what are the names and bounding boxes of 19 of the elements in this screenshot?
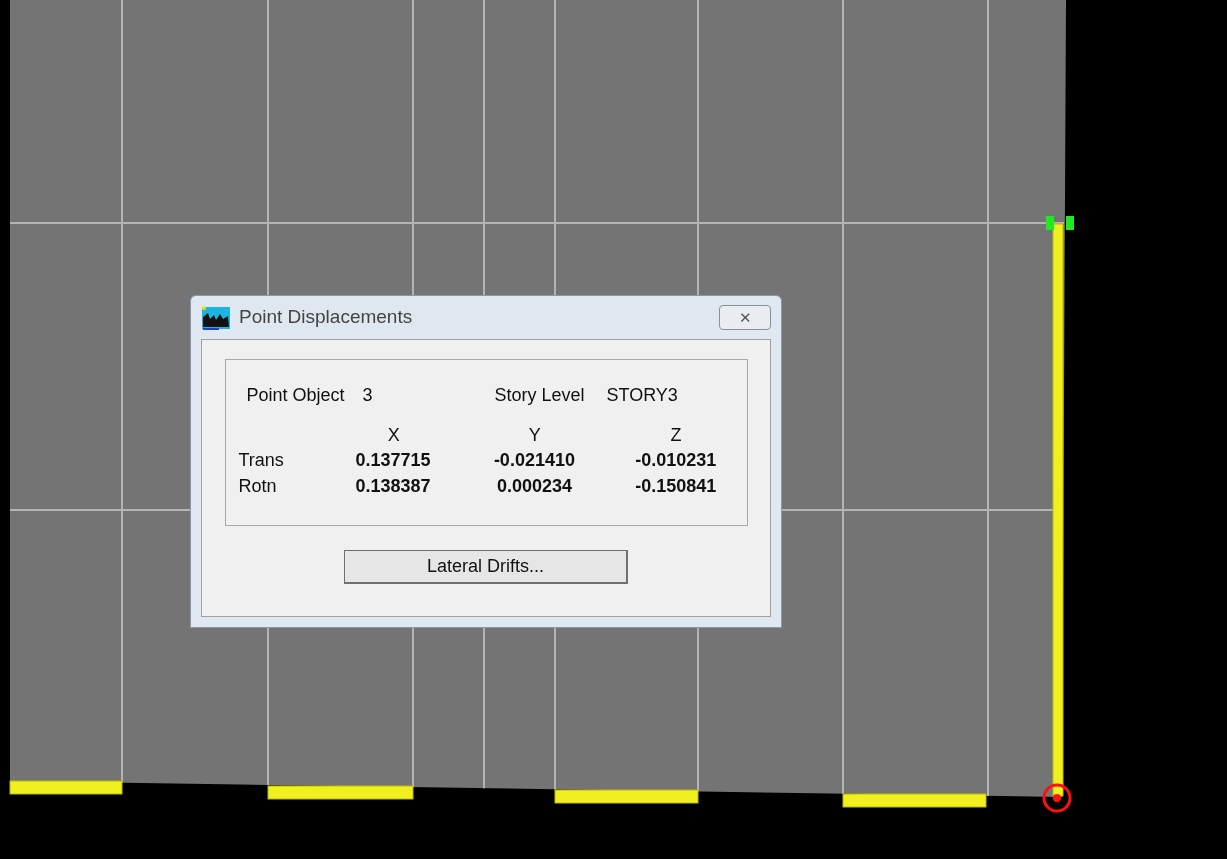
- value-cell-text: 0.138387: [354, 475, 432, 498]
- row-label: Trans: [238, 449, 285, 472]
- value-cell-text: 0.000234: [495, 475, 573, 498]
- app-logo-icon: [201, 304, 231, 331]
- dialog-title: Point Displacements: [239, 305, 413, 330]
- point-object-label: Point Object: [246, 384, 346, 407]
- value-cell-text: 0.137715: [354, 449, 432, 472]
- value-cell-text: -0.150841: [634, 475, 718, 498]
- row-label: Rotn: [238, 475, 278, 498]
- point-object-value: 3: [362, 384, 374, 407]
- story-level-value: STORY3: [606, 384, 678, 407]
- lateral-drifts-button[interactable]: Lateral Drifts...: [344, 550, 628, 584]
- value-cell-text: -0.010231: [634, 449, 718, 472]
- column-header: Y: [527, 424, 542, 447]
- column-header: Z: [669, 424, 683, 447]
- column-header: X: [386, 424, 401, 447]
- story-level-label: Story Level: [494, 384, 586, 407]
- value-cell-text: -0.021410: [492, 449, 576, 472]
- close-button[interactable]: ✕: [719, 305, 771, 330]
